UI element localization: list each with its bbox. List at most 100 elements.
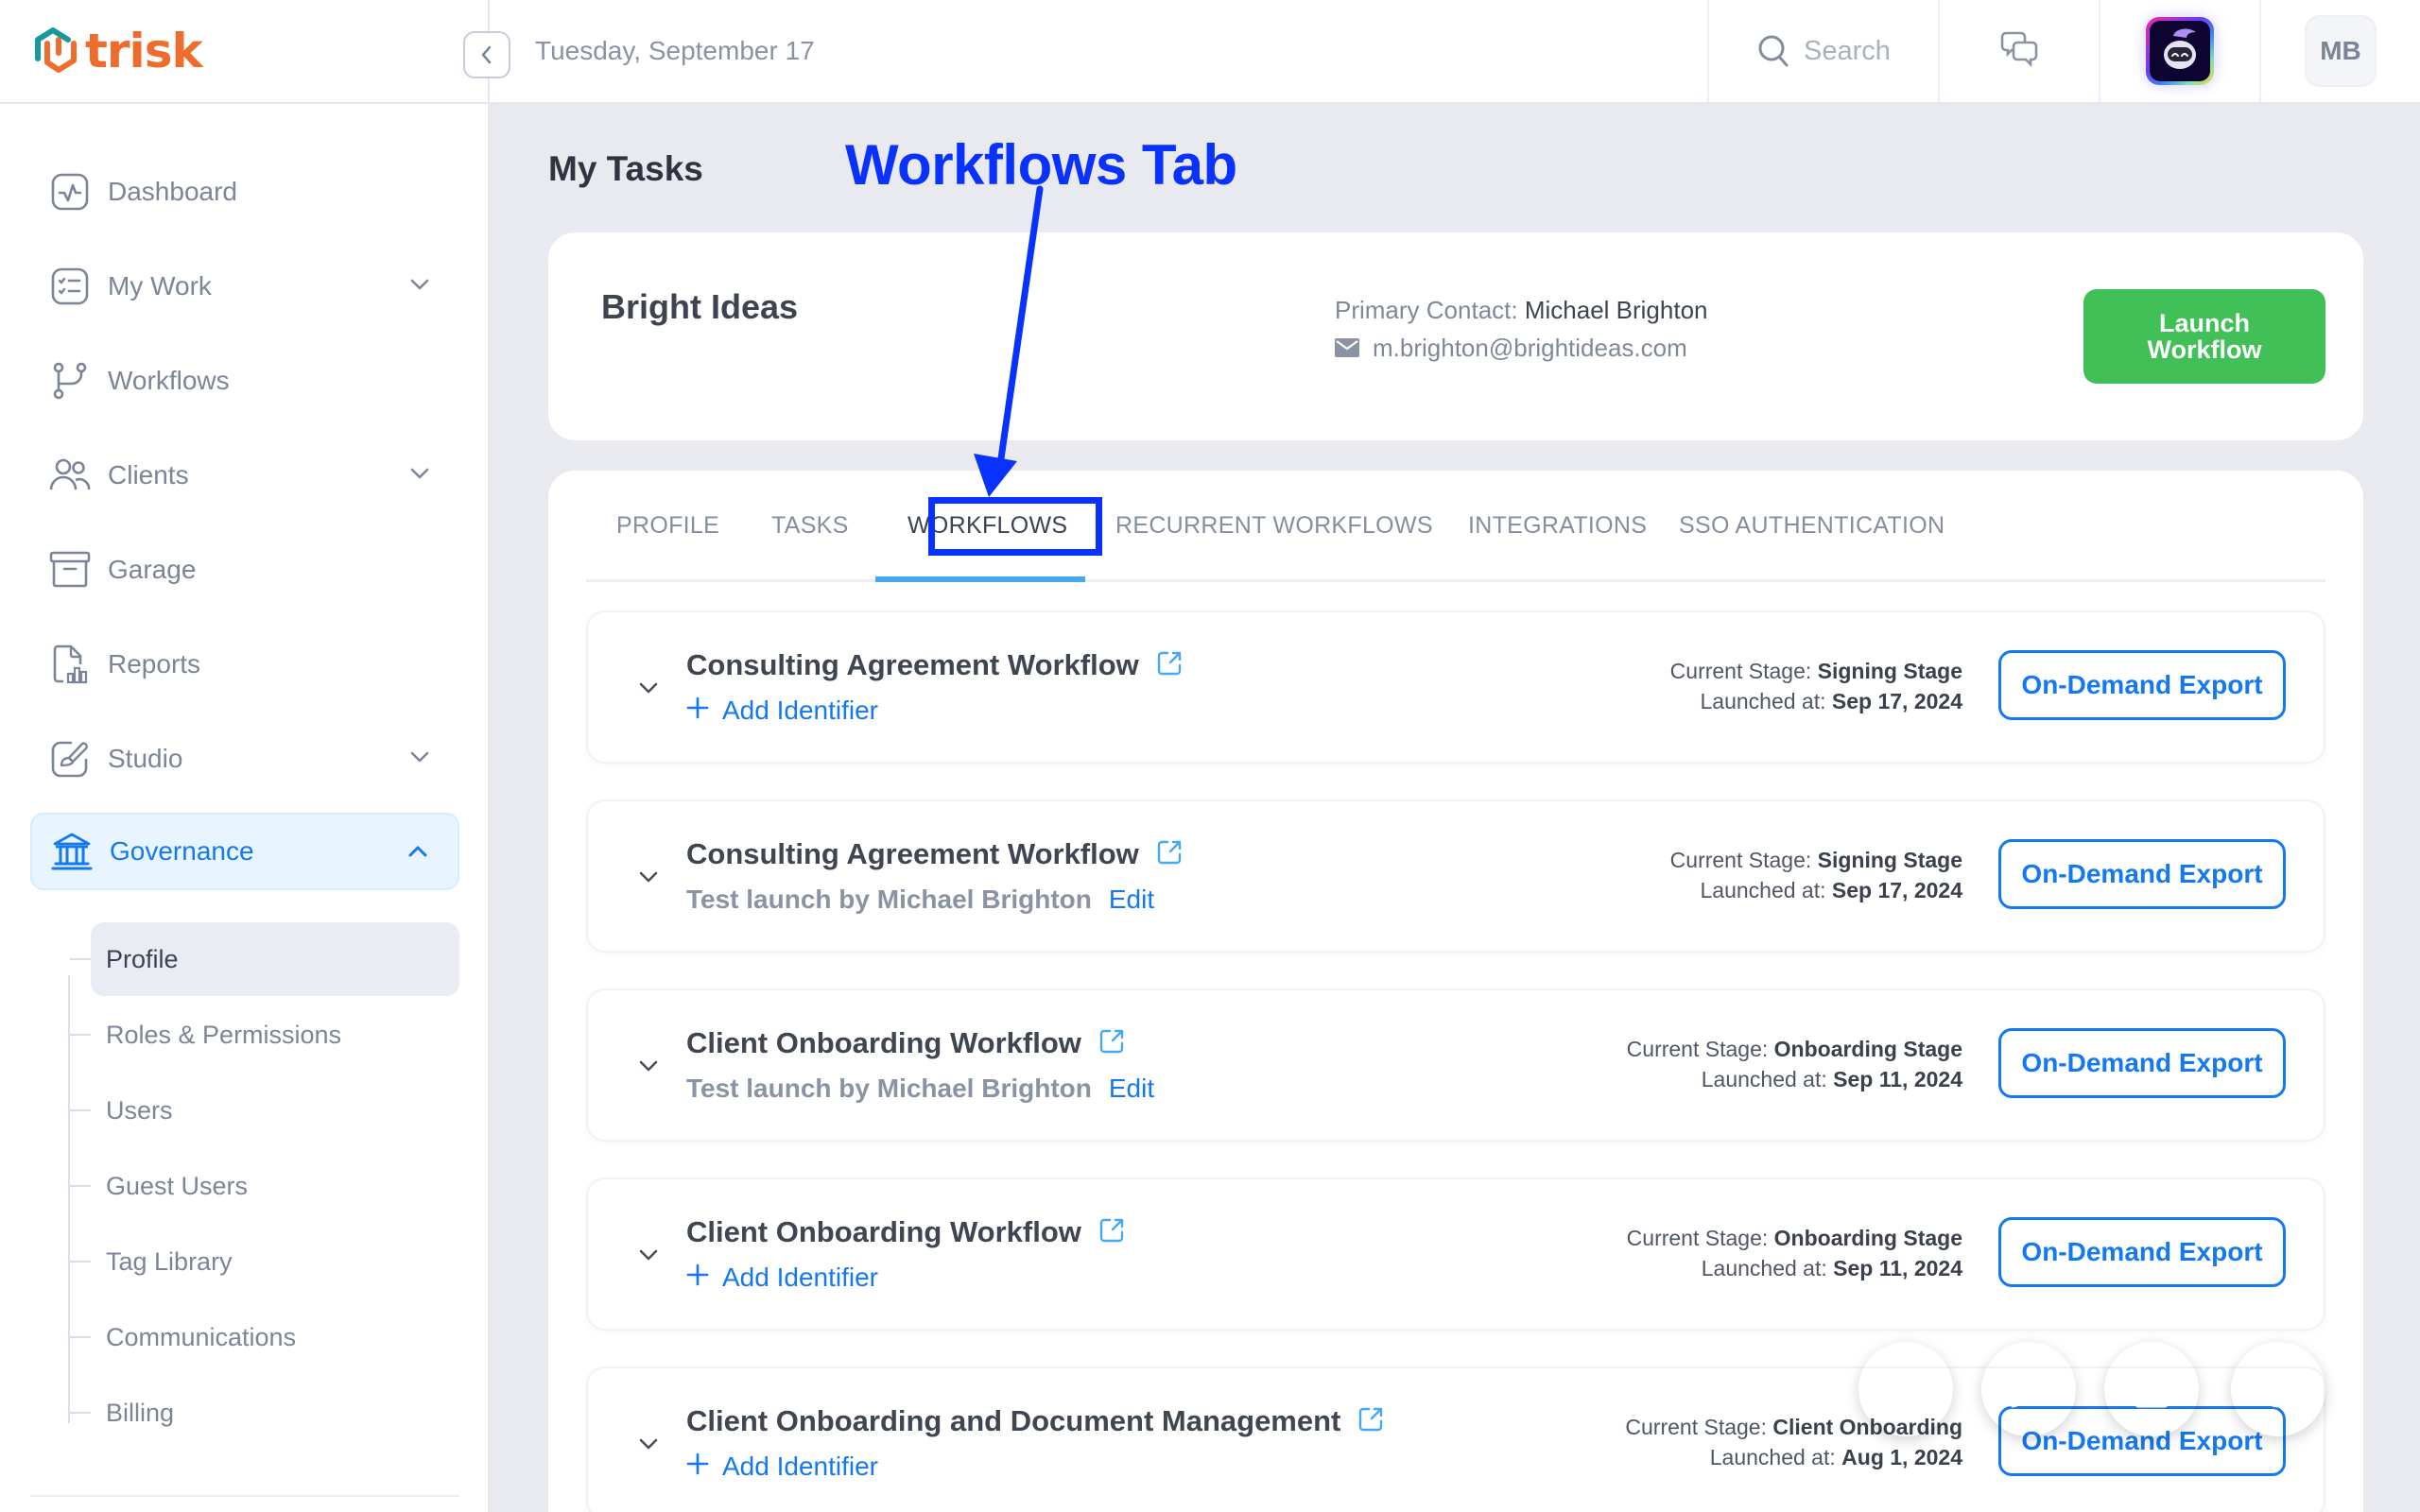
workflow-row: Client Onboarding Workflow Add Identifie…: [586, 1177, 2325, 1331]
on-demand-export-button[interactable]: On-Demand Export: [1998, 1028, 2286, 1098]
ai-assistant-button[interactable]: [2099, 0, 2259, 102]
workflow-subtitle: Add Identifier: [686, 696, 878, 726]
tree-tick: [70, 1034, 91, 1036]
workflow-branch-icon: [49, 360, 91, 402]
edit-link[interactable]: Edit: [1109, 885, 1154, 915]
expand-chevron-down-icon[interactable]: [637, 1433, 660, 1460]
plus-icon: [686, 696, 709, 726]
help-fab[interactable]: [2231, 1342, 2325, 1436]
launched-at-label: Launched at:: [1700, 878, 1826, 902]
on-demand-export-button[interactable]: On-Demand Export: [1998, 650, 2286, 720]
add-identifier-button[interactable]: Add Identifier: [686, 696, 878, 726]
users-icon: [49, 455, 91, 496]
chevron-up-icon: [408, 846, 427, 857]
current-stage-label: Current Stage:: [1625, 1415, 1767, 1439]
external-link-icon[interactable]: [1098, 1217, 1125, 1248]
rocket-icon: [2011, 1370, 2048, 1408]
current-stage-value: Onboarding Stage: [1773, 1226, 1962, 1250]
sidebar-item-governance[interactable]: Governance: [30, 813, 459, 890]
test-launch-text: Test launch by Michael Brighton: [686, 885, 1092, 914]
tab-sso-authentication[interactable]: SSO AUTHENTICATION: [1679, 512, 1945, 540]
expand-chevron-down-icon[interactable]: [637, 866, 660, 893]
sidebar-subitem-communications[interactable]: Communications: [70, 1300, 459, 1374]
current-date: Tuesday, September 17: [535, 36, 815, 65]
archive-fab[interactable]: [2104, 1342, 2199, 1436]
workflow-row: Consulting Agreement Workflow Test launc…: [586, 799, 2325, 953]
sidebar-subitem-guest-users[interactable]: Guest Users: [70, 1149, 459, 1223]
sidebar-item-studio[interactable]: Studio: [30, 720, 459, 798]
report-icon: [49, 644, 91, 685]
add-identifier-label: Add Identifier: [722, 1263, 878, 1292]
workflow-meta: Current Stage: Onboarding Stage Launched…: [1627, 1223, 1962, 1283]
trisk-logo[interactable]: trisk: [28, 23, 203, 79]
add-identifier-button[interactable]: Add Identifier: [686, 1452, 878, 1482]
expand-chevron-down-icon[interactable]: [637, 1055, 660, 1082]
sidebar-item-label: Reports: [108, 649, 201, 679]
sidebar-subitem-label: Profile: [106, 944, 179, 973]
tab-bar: PROFILE TASKS WORKFLOWS RECURRENT WORKFL…: [586, 471, 2325, 582]
workflow-title: Consulting Agreement Workflow: [686, 648, 1139, 681]
workflow-subtitle: Add Identifier: [686, 1263, 878, 1293]
client-tabs-panel: PROFILE TASKS WORKFLOWS RECURRENT WORKFL…: [548, 471, 2363, 1512]
sidebar-item-label: My Work: [108, 271, 212, 301]
collapse-sidebar-button[interactable]: [463, 31, 510, 78]
plus-icon: [686, 1263, 709, 1293]
sidebar-item-my-work[interactable]: My Work: [30, 248, 459, 325]
sidebar-item-dashboard[interactable]: Dashboard: [30, 153, 459, 231]
workflow-meta: Current Stage: Onboarding Stage Launched…: [1627, 1034, 1962, 1094]
edit-link[interactable]: Edit: [1109, 1074, 1154, 1104]
sidebar-subitem-billing[interactable]: Billing: [70, 1376, 459, 1450]
expand-chevron-down-icon[interactable]: [637, 677, 660, 704]
sidebar-subitem-users[interactable]: Users: [70, 1074, 459, 1147]
sidebar-subitem-label: Users: [106, 1095, 173, 1125]
chevron-left-icon: [481, 45, 492, 64]
annotation-highlight-box: [928, 497, 1102, 556]
sidebar-item-garage[interactable]: Garage: [30, 531, 459, 609]
workflow-title-line: Client Onboarding Workflow: [686, 1026, 1125, 1060]
launch-workflow-button[interactable]: Launch Workflow: [2083, 289, 2325, 384]
current-stage-label: Current Stage:: [1626, 1226, 1769, 1250]
add-identifier-button[interactable]: Add Identifier: [686, 1263, 878, 1293]
expand-chevron-down-icon[interactable]: [637, 1244, 660, 1271]
messages-button[interactable]: [1938, 0, 2099, 102]
sidebar-item-reports[interactable]: Reports: [30, 626, 459, 703]
launched-at-value: Sep 17, 2024: [1831, 878, 1962, 902]
quick-action-fab[interactable]: [1858, 1342, 1953, 1436]
external-link-icon[interactable]: [1098, 1028, 1125, 1059]
sidebar-subitem-label: Tag Library: [106, 1246, 233, 1276]
sidebar-subitem-profile[interactable]: Profile: [70, 922, 459, 996]
on-demand-export-button[interactable]: On-Demand Export: [1998, 839, 2286, 909]
workflow-title: Client Onboarding Workflow: [686, 1026, 1081, 1059]
tab-tasks[interactable]: TASKS: [771, 512, 849, 540]
external-link-icon[interactable]: [1357, 1406, 1384, 1437]
archive-icon: [49, 549, 91, 591]
on-demand-export-button[interactable]: On-Demand Export: [1998, 1217, 2286, 1287]
workflow-title: Client Onboarding and Document Managemen…: [686, 1404, 1341, 1437]
sidebar-item-clients[interactable]: Clients: [30, 437, 459, 514]
bot-icon: [2164, 28, 2196, 69]
sidebar-item-label: Dashboard: [108, 177, 237, 206]
sidebar: Dashboard My Work Workflows Clients Gara…: [0, 104, 490, 1512]
primary-contact-name: Michael Brighton: [1524, 296, 1708, 324]
primary-contact-email[interactable]: m.brighton@brightideas.com: [1373, 329, 1687, 367]
tab-profile[interactable]: PROFILE: [616, 512, 719, 540]
workflow-subtitle: Test launch by Michael Brighton Edit: [686, 1074, 1154, 1104]
checklist-icon: [49, 266, 91, 307]
tab-integrations[interactable]: INTEGRATIONS: [1468, 512, 1647, 540]
sidebar-item-label: Garage: [108, 555, 197, 584]
sidebar-subitem-roles-permissions[interactable]: Roles & Permissions: [70, 998, 459, 1072]
tree-tick: [70, 1109, 91, 1111]
tab-recurrent-workflows[interactable]: RECURRENT WORKFLOWS: [1115, 512, 1433, 540]
sidebar-item-workflows[interactable]: Workflows: [30, 342, 459, 420]
launch-fab[interactable]: [1981, 1342, 2076, 1436]
sidebar-subitem-tag-library[interactable]: Tag Library: [70, 1225, 459, 1298]
divider: [30, 1495, 459, 1497]
current-stage-value: Signing Stage: [1817, 848, 1962, 872]
launch-workflow-label: Launch Workflow: [2147, 309, 2262, 364]
search-button[interactable]: Search: [1707, 0, 1938, 102]
external-link-icon[interactable]: [1156, 650, 1183, 681]
user-avatar[interactable]: MB: [2305, 15, 2377, 87]
external-link-icon[interactable]: [1156, 839, 1183, 870]
workflow-title-line: Client Onboarding Workflow: [686, 1215, 1125, 1249]
bank-icon: [51, 831, 93, 872]
